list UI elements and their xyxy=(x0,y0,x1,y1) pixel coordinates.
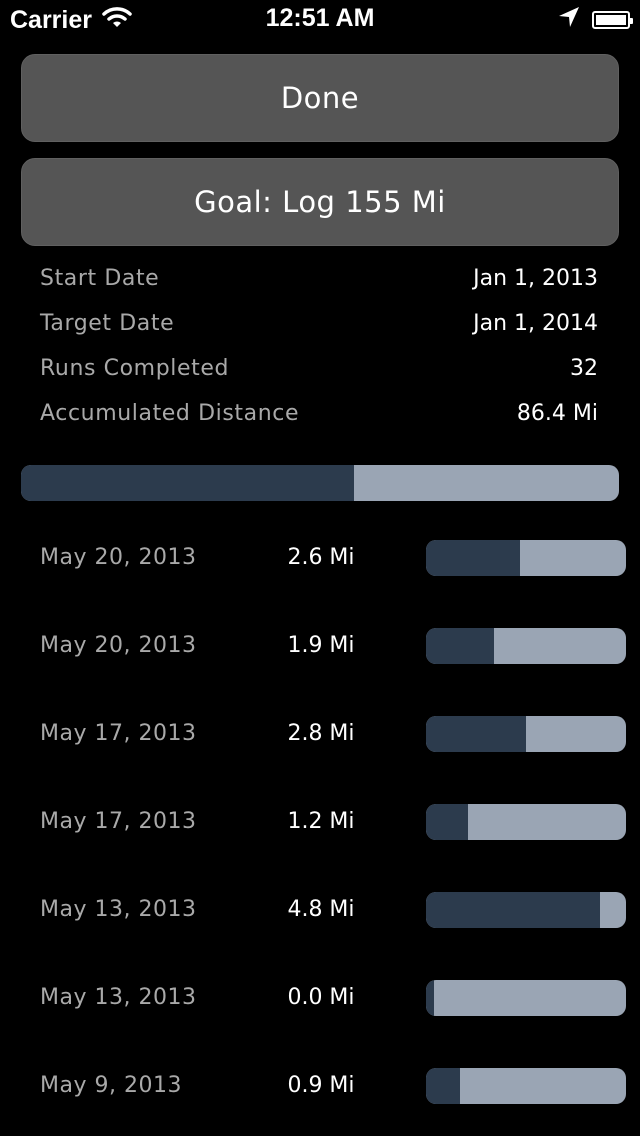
carrier-label: Carrier xyxy=(10,5,92,34)
run-distance: 0.0 Mi xyxy=(287,985,355,1010)
run-date: May 20, 2013 xyxy=(40,545,197,570)
run-row[interactable]: May 13, 2013 0.0 Mi xyxy=(0,954,640,1042)
run-row[interactable]: May 9, 2013 0.9 Mi xyxy=(0,1042,640,1130)
runs-list: May 20, 2013 2.6 Mi May 20, 2013 1.9 Mi … xyxy=(0,514,640,1130)
run-date: May 20, 2013 xyxy=(40,633,197,658)
run-progress-fill xyxy=(426,892,600,928)
run-date: May 13, 2013 xyxy=(40,985,197,1010)
stat-row-start-date: Start Date Jan 1, 2013 xyxy=(40,256,598,301)
stat-row-runs-completed: Runs Completed 32 xyxy=(40,346,598,391)
run-row[interactable]: May 20, 2013 1.9 Mi xyxy=(0,602,640,690)
run-progress-bar xyxy=(426,628,626,664)
run-progress-fill xyxy=(426,628,494,664)
run-progress-fill xyxy=(426,1068,460,1104)
stat-value: Jan 1, 2013 xyxy=(473,266,598,291)
run-progress-bar xyxy=(426,804,626,840)
run-row[interactable]: May 17, 2013 1.2 Mi xyxy=(0,778,640,866)
run-date: May 17, 2013 xyxy=(40,721,197,746)
wifi-icon xyxy=(102,6,132,35)
stat-label: Start Date xyxy=(40,266,160,291)
stat-label: Accumulated Distance xyxy=(40,401,300,426)
run-distance: 2.8 Mi xyxy=(287,721,355,746)
overall-progress-fill xyxy=(21,465,355,501)
stat-value: 86.4 Mi xyxy=(516,401,598,426)
run-row[interactable]: May 20, 2013 2.6 Mi xyxy=(0,514,640,602)
run-progress-bar xyxy=(426,980,626,1016)
run-date: May 13, 2013 xyxy=(40,897,197,922)
run-progress-fill xyxy=(426,804,468,840)
run-row[interactable]: May 13, 2013 4.8 Mi xyxy=(0,866,640,954)
run-progress-fill xyxy=(426,716,526,752)
stat-value: 32 xyxy=(570,356,598,381)
run-goal-screen: Carrier 12:51 AM Done Goal: Log 155 Mi S… xyxy=(0,0,640,1136)
run-date: May 9, 2013 xyxy=(40,1073,182,1098)
stat-row-target-date: Target Date Jan 1, 2014 xyxy=(40,301,598,346)
run-distance: 1.2 Mi xyxy=(287,809,355,834)
done-button[interactable]: Done xyxy=(21,54,619,142)
stat-label: Target Date xyxy=(40,311,175,336)
location-arrow-icon xyxy=(558,6,580,35)
run-progress-fill xyxy=(426,980,434,1016)
run-distance: 1.9 Mi xyxy=(287,633,355,658)
goal-stats: Start Date Jan 1, 2013 Target Date Jan 1… xyxy=(40,256,598,436)
run-distance: 0.9 Mi xyxy=(287,1073,355,1098)
run-distance: 4.8 Mi xyxy=(287,897,355,922)
run-progress-bar xyxy=(426,540,626,576)
stat-label: Runs Completed xyxy=(40,356,230,381)
stat-value: Jan 1, 2014 xyxy=(473,311,598,336)
battery-icon xyxy=(592,11,633,29)
overall-progress-bar xyxy=(21,465,619,501)
stat-row-accumulated-distance: Accumulated Distance 86.4 Mi xyxy=(40,391,598,436)
run-date: May 17, 2013 xyxy=(40,809,197,834)
status-bar: Carrier 12:51 AM xyxy=(0,0,640,40)
run-row[interactable]: May 17, 2013 2.8 Mi xyxy=(0,690,640,778)
run-distance: 2.6 Mi xyxy=(287,545,355,570)
run-progress-fill xyxy=(426,540,520,576)
run-progress-bar xyxy=(426,1068,626,1104)
goal-button[interactable]: Goal: Log 155 Mi xyxy=(21,158,619,246)
run-progress-bar xyxy=(426,892,626,928)
run-progress-bar xyxy=(426,716,626,752)
